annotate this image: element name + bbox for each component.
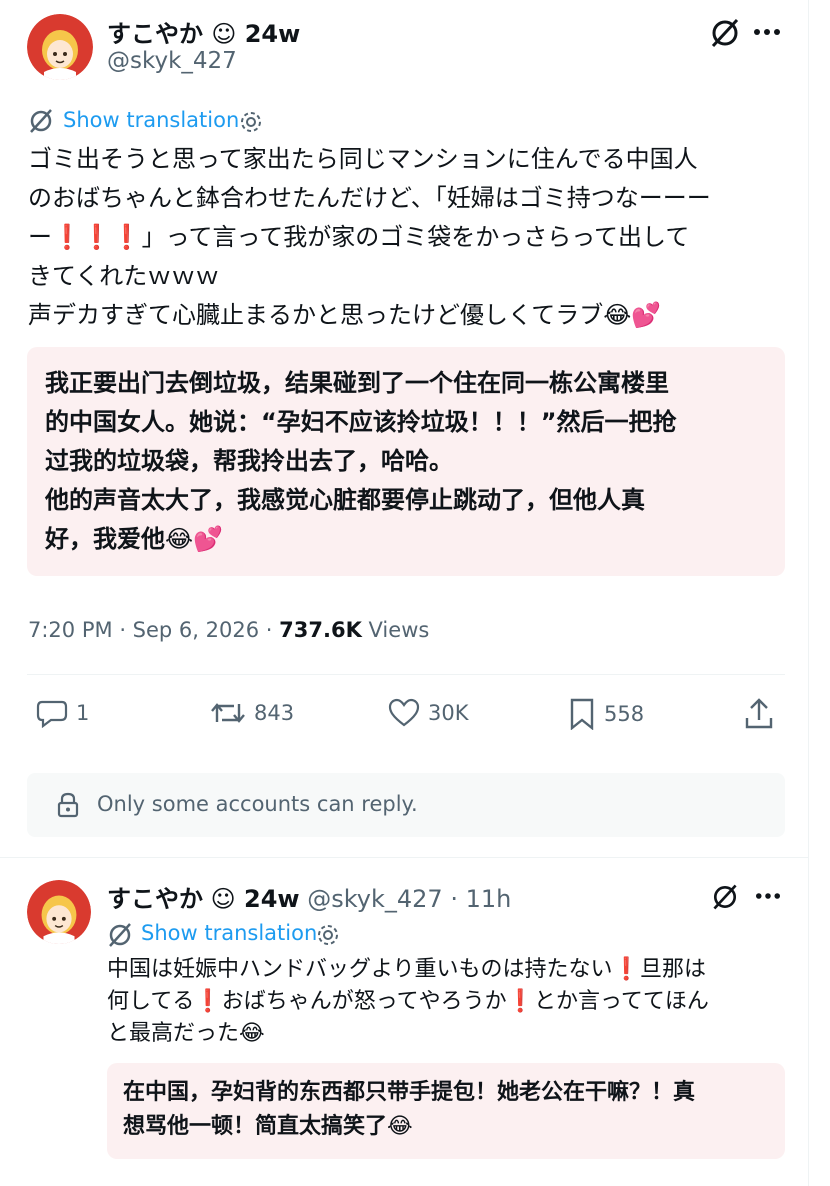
reply-text-line: 中国は妊娠中ハンドバッグより重いものは持たない❗旦那は <box>107 957 706 982</box>
bookmark-button[interactable]: 558 <box>568 698 644 730</box>
more-icon[interactable] <box>754 28 780 36</box>
author-handle[interactable]: @skyk_427 <box>107 48 237 74</box>
translation-line: 他的声音太大了，我感觉心脏都要停止跳动了，但他人真 <box>45 486 645 514</box>
show-translation-link[interactable]: Show translation <box>63 108 239 132</box>
post-text-line: 声デカすぎて心臓止まるかと思ったけど優しくてラブ😂💕 <box>28 301 662 329</box>
author-name[interactable]: すこやか <box>107 20 203 48</box>
views-label: Views <box>368 618 430 642</box>
reply-translate-icon <box>107 922 133 948</box>
grok-icon[interactable] <box>708 16 742 50</box>
thread-divider <box>0 857 808 858</box>
post-time[interactable]: 7:20 PM <box>28 618 113 642</box>
share-icon[interactable] <box>744 698 774 730</box>
reply-author-suffix: ☺ 24w <box>210 885 300 913</box>
reply-grok-icon[interactable] <box>710 882 740 912</box>
translation-line: 过我的垃圾袋，帮我拎出去了，哈哈。 <box>45 447 453 475</box>
translation-line: 我正要出门去倒垃圾，结果碰到了一个住在同一栋公寓楼里 <box>45 369 669 397</box>
heart-icon <box>388 698 420 728</box>
author-avatar[interactable] <box>27 14 93 80</box>
translation-line: 的中国女人。她说：“孕妇不应该拎垃圾！！！”然后一把抢 <box>45 408 677 436</box>
reply-time[interactable]: · 11h <box>450 885 511 913</box>
reply-count: 1 <box>76 701 90 725</box>
like-button[interactable]: 30K <box>388 698 469 728</box>
right-border <box>808 0 809 1186</box>
reply-show-translation-link[interactable]: Show translation <box>141 921 317 945</box>
post-date[interactable]: Sep 6, 2026 <box>133 618 259 642</box>
bookmark-count: 558 <box>604 702 645 726</box>
repost-count: 843 <box>254 701 295 725</box>
translate-icon <box>28 108 54 134</box>
reply-restriction-text: Only some accounts can reply. <box>97 792 418 816</box>
lock-icon <box>57 792 79 818</box>
reply-more-icon[interactable] <box>756 892 780 900</box>
translation-box: 我正要出门去倒垃圾，结果碰到了一个住在同一栋公寓楼里 的中国女人。她说：“孕妇不… <box>27 347 785 576</box>
reply-button[interactable]: 1 <box>36 698 89 728</box>
repost-button[interactable]: 843 <box>210 698 294 728</box>
bookmark-icon <box>568 698 596 730</box>
divider <box>27 674 785 675</box>
reply-restriction-box: Only some accounts can reply. <box>27 773 785 837</box>
settings-gear-icon[interactable] <box>239 110 263 134</box>
reply-translation-line: 在中国，孕妇背的东西都只带手提包！她老公在干嘛？！真 <box>123 1080 696 1105</box>
reply-author-name[interactable]: すこやか <box>107 885 203 913</box>
reply-settings-gear-icon[interactable] <box>316 923 340 947</box>
repost-icon <box>210 698 246 728</box>
reply-text-line: と最高だった😂 <box>107 1021 265 1046</box>
reply-translation-line: 想骂他一顿！简直太搞笑了😂 <box>123 1114 413 1139</box>
post-text: ゴミ出そうと思って家出たら同じマンションに住んでる中国人 のおばちゃんと鉢合わせ… <box>28 140 798 335</box>
post-timestamp[interactable]: 7:20 PM · Sep 6, 2026 · 737.6K Views <box>28 618 429 642</box>
post-text-line: きてくれたｗｗｗ <box>28 262 220 290</box>
post-text-line: ゴミ出そうと思って家出たら同じマンションに住んでる中国人 <box>28 145 698 173</box>
reply-text-line: 何してる❗おばちゃんが怒ってやろうか❗とか言っててほん <box>107 989 709 1014</box>
reply-bubble-icon <box>36 698 68 728</box>
reply-author-handle[interactable]: @skyk_427 <box>307 885 442 913</box>
views-count: 737.6K <box>279 618 362 642</box>
like-count: 30K <box>428 701 469 725</box>
author-suffix: ☺ 24w <box>211 20 301 48</box>
post-text-line: のおばちゃんと鉢合わせたんだけど、「妊婦はゴミ持つなーーー <box>28 184 711 212</box>
reply-text: 中国は妊娠中ハンドバッグより重いものは持たない❗旦那は 何してる❗おばちゃんが怒… <box>107 954 797 1050</box>
reply-author-avatar[interactable] <box>27 880 91 944</box>
post-text-line: ー❗❗❗」って言って我が家のゴミ袋をかっさらって出して <box>28 223 690 251</box>
translation-line: 好，我爱他😂💕 <box>45 525 223 553</box>
reply-translation-box: 在中国，孕妇背的东西都只带手提包！她老公在干嘛？！真 想骂他一顿！简直太搞笑了😂 <box>107 1063 785 1159</box>
